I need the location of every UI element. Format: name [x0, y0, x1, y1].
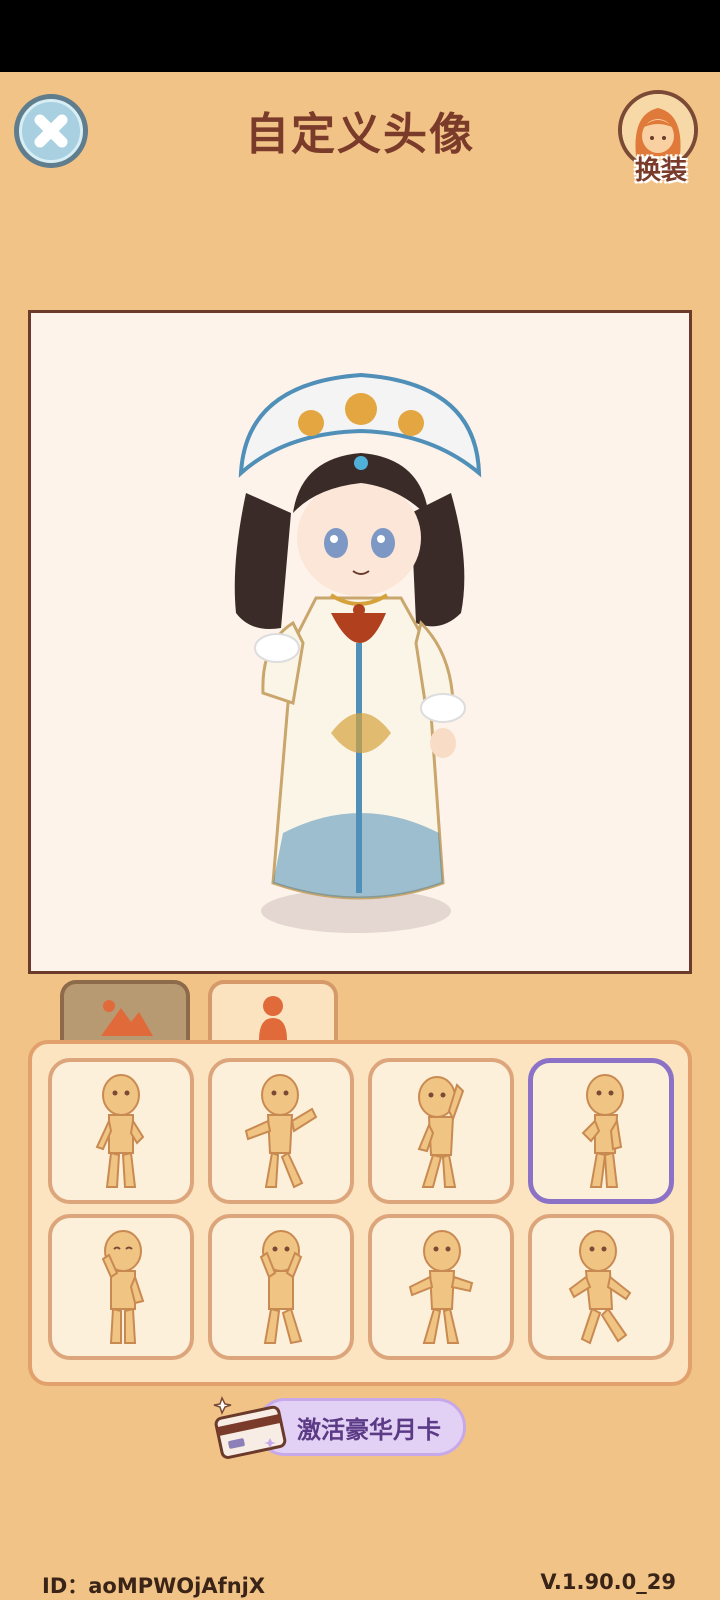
pose-option-4[interactable]	[528, 1058, 674, 1204]
activate-luxury-card-button[interactable]: 激活豪华月卡	[212, 1396, 472, 1460]
pose-option-5[interactable]	[48, 1214, 194, 1360]
version-label: V.1.90.0_29	[540, 1570, 676, 1594]
pose-option-8[interactable]	[528, 1214, 674, 1360]
pose-option-1[interactable]	[48, 1058, 194, 1204]
pose-figure-icon	[95, 1074, 145, 1188]
pose-panel	[28, 1040, 692, 1386]
dressup-button[interactable]: 换装	[616, 90, 706, 186]
pose-option-3[interactable]	[368, 1058, 514, 1204]
page-title: 自定义头像	[245, 109, 475, 160]
character-illustration	[234, 372, 482, 933]
pose-grid	[48, 1058, 674, 1360]
pose-figure-icon	[408, 1230, 474, 1344]
pose-figure-icon	[259, 1230, 303, 1345]
card-icon	[213, 1396, 287, 1459]
pose-figure-icon	[101, 1230, 145, 1344]
dressup-label: 换装	[634, 156, 687, 186]
pose-option-6[interactable]	[208, 1214, 354, 1360]
user-id-label: ID：aoMPWOjAfnjX	[42, 1574, 266, 1598]
pose-figure-icon	[568, 1230, 632, 1345]
mountain-icon	[101, 1000, 153, 1036]
avatar-preview	[28, 310, 692, 974]
person-icon	[259, 996, 287, 1040]
tab-pose[interactable]	[208, 980, 338, 1048]
status-bar	[0, 0, 720, 72]
pose-figure-icon	[581, 1074, 624, 1188]
tab-background[interactable]	[60, 980, 190, 1048]
pose-option-7[interactable]	[368, 1214, 514, 1360]
pose-figure-icon	[244, 1074, 318, 1189]
pose-option-2[interactable]	[208, 1058, 354, 1204]
pose-figure-icon	[417, 1076, 465, 1188]
